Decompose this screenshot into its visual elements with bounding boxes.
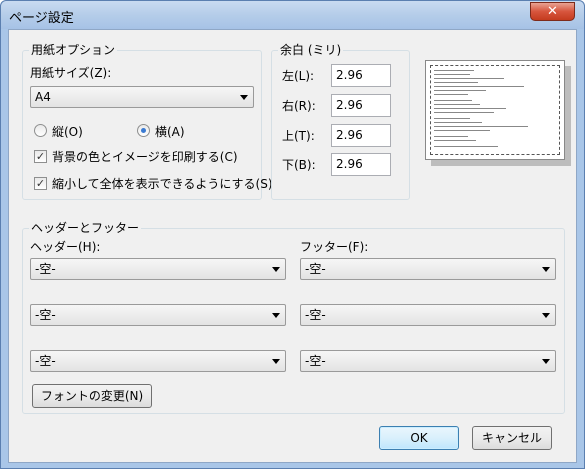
header-select-2-value: -空- bbox=[35, 308, 56, 322]
preview-line bbox=[434, 82, 478, 83]
footer-select-2-value: -空- bbox=[305, 308, 326, 322]
margin-left-label: 左(L): bbox=[282, 69, 315, 83]
preview-line bbox=[434, 86, 524, 87]
cancel-button[interactable]: キャンセル bbox=[472, 426, 552, 450]
footer-label: フッター(F): bbox=[300, 240, 369, 254]
margin-top-label: 上(T): bbox=[282, 129, 315, 143]
print-background-checkbox[interactable]: ✓ bbox=[34, 150, 47, 163]
header-select-1[interactable]: -空- bbox=[30, 258, 286, 280]
preview-margin-outline bbox=[430, 65, 560, 155]
ok-button[interactable]: OK bbox=[379, 426, 459, 450]
margins-title: 余白 (ミリ) bbox=[278, 43, 344, 57]
window-title: ページ設定 bbox=[9, 11, 74, 26]
chevron-down-icon bbox=[240, 95, 248, 100]
margin-right-input[interactable]: 2.96 bbox=[331, 94, 391, 117]
margin-top-input[interactable]: 2.96 bbox=[331, 124, 391, 147]
preview-line bbox=[434, 130, 490, 131]
paper-options-title: 用紙オプション bbox=[29, 43, 118, 57]
preview-line bbox=[434, 90, 486, 91]
preview-line bbox=[434, 104, 480, 105]
preview-line bbox=[434, 78, 504, 79]
chevron-down-icon bbox=[272, 359, 280, 364]
preview-line bbox=[434, 100, 472, 101]
preview-line bbox=[434, 146, 498, 147]
footer-select-3[interactable]: -空- bbox=[300, 350, 556, 372]
page-preview bbox=[425, 60, 565, 160]
footer-select-1-value: -空- bbox=[305, 262, 326, 276]
preview-line bbox=[434, 70, 474, 71]
close-button[interactable]: ✕ bbox=[530, 2, 575, 21]
title-bar[interactable]: ページ設定 ✕ bbox=[1, 1, 584, 29]
preview-line bbox=[434, 140, 476, 141]
paper-size-label: 用紙サイズ(Z): bbox=[30, 66, 112, 80]
chevron-down-icon bbox=[542, 359, 550, 364]
page-setup-dialog: ページ設定 ✕ 用紙オプション 用紙サイズ(Z): A4 縦(O) 横(A) ✓… bbox=[0, 0, 585, 469]
change-font-button[interactable]: フォントの変更(N) bbox=[32, 384, 152, 408]
portrait-radio[interactable] bbox=[34, 124, 47, 137]
dialog-body: 用紙オプション 用紙サイズ(Z): A4 縦(O) 横(A) ✓ 背景の色とイメ… bbox=[8, 29, 577, 463]
margin-right-label: 右(R): bbox=[282, 99, 316, 113]
paper-size-select[interactable]: A4 bbox=[30, 86, 254, 108]
landscape-label: 横(A) bbox=[155, 125, 185, 139]
shrink-to-fit-checkbox[interactable]: ✓ bbox=[34, 177, 47, 190]
chevron-down-icon bbox=[542, 267, 550, 272]
header-label: ヘッダー(H): bbox=[30, 240, 101, 254]
preview-line bbox=[434, 108, 506, 109]
header-select-3-value: -空- bbox=[35, 354, 56, 368]
footer-select-3-value: -空- bbox=[305, 354, 326, 368]
preview-line bbox=[434, 94, 468, 95]
footer-select-2[interactable]: -空- bbox=[300, 304, 556, 326]
chevron-down-icon bbox=[272, 313, 280, 318]
print-background-label: 背景の色とイメージを印刷する(C) bbox=[52, 150, 238, 164]
preview-line bbox=[434, 126, 528, 127]
preview-line bbox=[434, 118, 470, 119]
preview-line bbox=[434, 136, 468, 137]
shrink-to-fit-label: 縮小して全体を表示できるようにする(S) bbox=[52, 177, 273, 191]
margin-left-input[interactable]: 2.96 bbox=[331, 64, 391, 87]
margin-bottom-label: 下(B): bbox=[282, 158, 316, 172]
preview-line bbox=[434, 122, 482, 123]
landscape-radio[interactable] bbox=[137, 124, 150, 137]
footer-select-1[interactable]: -空- bbox=[300, 258, 556, 280]
header-footer-title: ヘッダーとフッター bbox=[29, 221, 142, 235]
close-icon: ✕ bbox=[547, 4, 558, 19]
header-select-3[interactable]: -空- bbox=[30, 350, 286, 372]
header-select-2[interactable]: -空- bbox=[30, 304, 286, 326]
chevron-down-icon bbox=[542, 313, 550, 318]
preview-line bbox=[434, 74, 470, 75]
paper-size-value: A4 bbox=[35, 90, 51, 104]
preview-line bbox=[434, 112, 494, 113]
header-select-1-value: -空- bbox=[35, 262, 56, 276]
margin-bottom-input[interactable]: 2.96 bbox=[331, 153, 391, 176]
portrait-label: 縦(O) bbox=[52, 125, 83, 139]
chevron-down-icon bbox=[272, 267, 280, 272]
